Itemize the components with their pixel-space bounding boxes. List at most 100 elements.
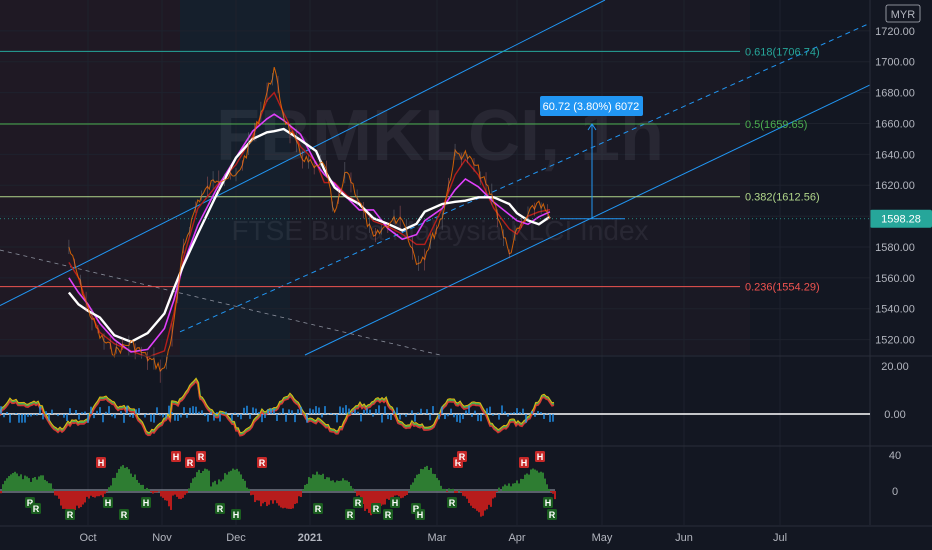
osc1-bar [417, 412, 419, 414]
osc2-bar [220, 481, 222, 491]
osc1-bar [240, 414, 242, 420]
osc1-bar [453, 414, 455, 418]
osc2-bar [228, 471, 230, 491]
osc2-bar [2, 484, 4, 491]
osc2-bar [330, 480, 332, 491]
osc2-bar [432, 473, 434, 491]
osc2-bar [332, 480, 334, 491]
osc2-bar [386, 491, 388, 499]
osc2-bar [132, 476, 134, 491]
osc2-bar [368, 491, 370, 513]
osc1-bar [267, 409, 269, 414]
osc1-bar [519, 412, 521, 414]
osc1-bar [135, 409, 137, 414]
osc2-bar [78, 491, 80, 509]
osc1-bar [474, 410, 476, 414]
osc2-marker: R [33, 504, 40, 514]
osc2-marker: R [121, 510, 128, 520]
osc2-bar [418, 473, 420, 491]
osc1-bar [87, 414, 89, 423]
osc2-bar [542, 472, 544, 491]
currency-badge[interactable]: MYR [885, 4, 921, 23]
time-tick-label: May [592, 532, 613, 544]
osc1-bar [177, 414, 179, 421]
osc2-bar [356, 491, 358, 497]
osc2-bar [410, 484, 412, 491]
osc1-bar [159, 414, 161, 416]
osc2-bar [4, 480, 6, 491]
osc2-bar [216, 484, 218, 491]
osc2-bar [518, 483, 520, 491]
chart-canvas[interactable]: FBMKLCI, 1h FTSE Bursa Malaysia KLCI Ind… [0, 0, 932, 550]
osc1-bar [225, 411, 227, 414]
osc2-tick-label: 0 [892, 486, 898, 498]
osc2-bar [548, 488, 550, 491]
osc2-bar [32, 477, 34, 491]
osc2-bar [444, 488, 446, 491]
osc1-bar [69, 408, 71, 414]
osc2-bar [304, 484, 306, 491]
osc2-bar [538, 472, 540, 491]
osc1-bar [282, 408, 284, 414]
bg-zone-bull [180, 0, 290, 355]
osc2-bar [524, 474, 526, 491]
osc2-bar [282, 491, 284, 509]
osc2-bar [270, 491, 272, 501]
osc1-bar [294, 414, 296, 423]
osc1-bar [432, 406, 434, 414]
osc2-bar [308, 477, 310, 491]
osc1-bar [510, 412, 512, 414]
osc1-bar [111, 414, 113, 417]
osc2-bar [298, 491, 300, 497]
osc1-bar [438, 414, 440, 420]
osc1-bar [210, 411, 212, 414]
osc1-bar [414, 414, 416, 422]
osc2-bar [250, 491, 252, 496]
osc1-bar [195, 406, 197, 414]
osc2-bar [526, 473, 528, 491]
osc1-bar [120, 411, 122, 414]
osc1-bar [483, 414, 485, 415]
osc2-bar [286, 491, 288, 509]
osc2-bar [510, 486, 512, 491]
osc1-bar [372, 414, 374, 417]
osc2-bar [458, 489, 460, 491]
osc1-bar [27, 414, 29, 417]
osc2-bar [466, 491, 468, 499]
osc2-bar [128, 469, 130, 491]
osc2-bar [186, 491, 188, 494]
osc2-bar [84, 491, 86, 503]
osc2-bar [352, 488, 354, 491]
osc1-bar [447, 414, 449, 417]
osc1-bar [222, 412, 224, 414]
osc1-bar [261, 414, 263, 423]
osc2-bar [394, 491, 396, 496]
osc2-bar [420, 468, 422, 491]
osc2-bar [508, 483, 510, 491]
osc2-bar [300, 491, 302, 497]
osc1-bar [174, 414, 176, 421]
osc2-bar [190, 482, 192, 491]
osc2-bar [322, 473, 324, 491]
osc2-bar [104, 491, 106, 494]
time-tick-label: 2021 [298, 532, 322, 544]
osc2-bar [20, 474, 22, 491]
osc2-bar [140, 484, 142, 491]
osc2-tick-label: 40 [889, 450, 901, 462]
osc2-bar [226, 474, 228, 491]
osc1-bar [537, 411, 539, 414]
osc1-bar [81, 412, 83, 414]
osc1-bar [15, 413, 17, 414]
osc1-bar [441, 406, 443, 414]
fib-label: 0.5(1659.65) [745, 119, 807, 131]
osc2-bar [222, 479, 224, 491]
osc2-bar [296, 491, 298, 504]
osc2-bar [324, 479, 326, 491]
osc2-marker: H [105, 498, 112, 508]
osc1-bar [156, 407, 158, 414]
osc1-tick-label: 0.00 [884, 409, 905, 421]
osc2-bar [212, 482, 214, 491]
osc1-bar [114, 414, 116, 419]
osc2-bar [442, 488, 444, 491]
osc1-bar [108, 406, 110, 414]
